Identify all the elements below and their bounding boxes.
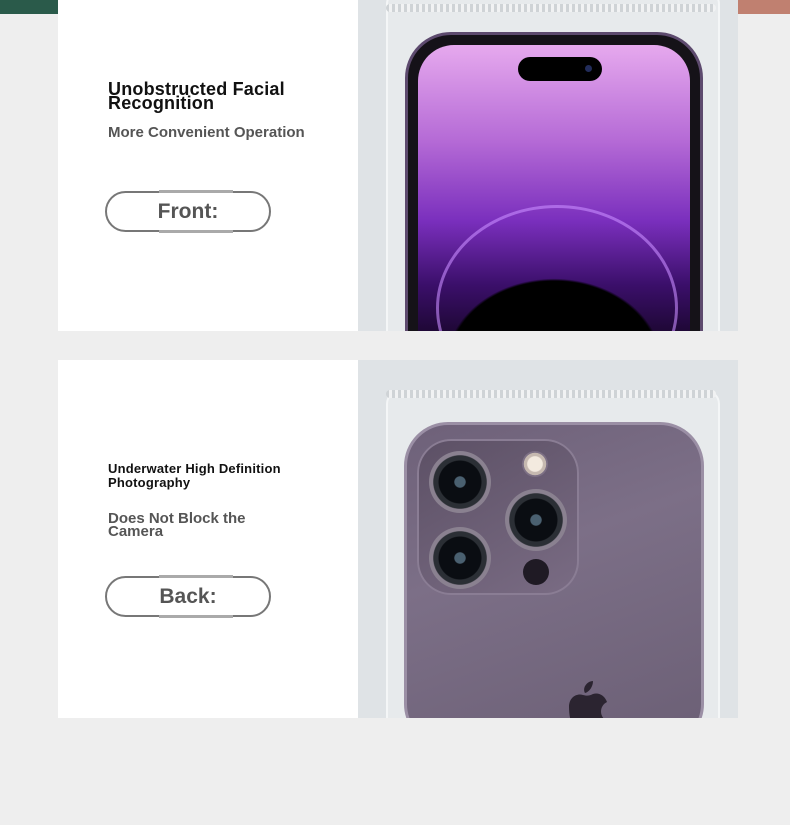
phone-screen (418, 45, 690, 331)
back-title: Underwater High Definition Photography (108, 461, 281, 490)
front-subtitle: More Convenient Operation (108, 124, 305, 141)
apple-logo-icon (569, 681, 607, 718)
front-title: Unobstructed Facial Recognition (108, 79, 285, 113)
back-button[interactable]: Back: (105, 575, 271, 618)
back-phone-image (358, 360, 738, 718)
pouch-seal-seam (386, 390, 716, 398)
camera-lens-icon (429, 451, 491, 513)
flash-icon (522, 451, 548, 477)
camera-lens-icon (505, 489, 567, 551)
front-phone-image (358, 0, 738, 331)
back-subtitle: Does Not Block the Camera (108, 510, 246, 540)
camera-module (417, 439, 579, 595)
top-right-edge-image (738, 0, 790, 14)
back-panel: Underwater High Definition Photography D… (58, 360, 738, 718)
front-camera-icon (585, 65, 592, 72)
phone-back (404, 422, 704, 718)
lidar-sensor-icon (523, 559, 549, 585)
front-button[interactable]: Front: (105, 190, 271, 233)
front-text-area: Unobstructed Facial Recognition More Con… (58, 0, 358, 331)
phone-front (405, 32, 703, 331)
dynamic-island (518, 57, 602, 81)
pouch-seal-seam (386, 4, 716, 12)
top-left-edge-image (0, 0, 58, 14)
camera-lens-icon (429, 527, 491, 589)
front-panel: Unobstructed Facial Recognition More Con… (58, 0, 738, 331)
back-text-area: Underwater High Definition Photography D… (58, 360, 358, 718)
